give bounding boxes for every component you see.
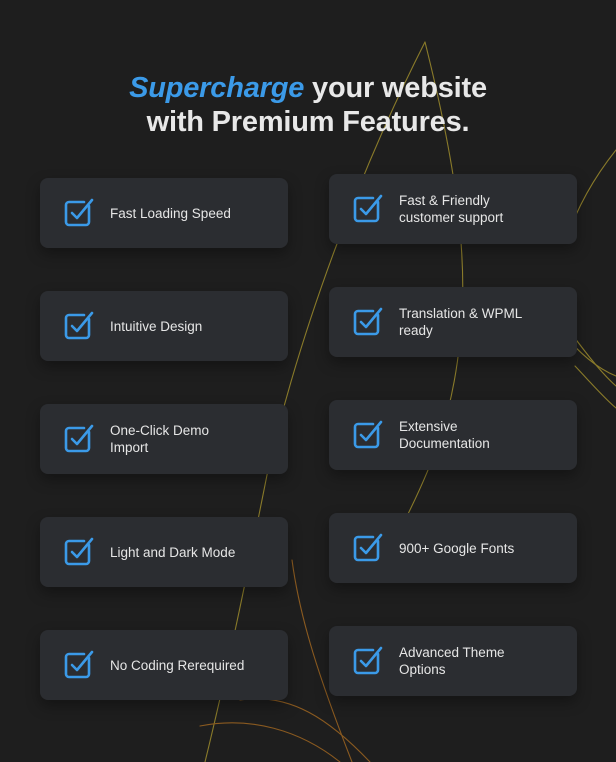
features-column-right: Fast & Friendly customer support Transla… [329, 174, 577, 696]
feature-card[interactable]: Fast Loading Speed [40, 178, 288, 248]
feature-label: Light and Dark Mode [110, 544, 236, 560]
feature-card[interactable]: 900+ Google Fonts [329, 513, 577, 583]
feature-card[interactable]: Translation & WPML ready [329, 287, 577, 357]
check-square-icon [353, 307, 383, 336]
feature-label: 900+ Google Fonts [399, 540, 515, 556]
feature-card[interactable]: Fast & Friendly customer support [329, 174, 577, 244]
page-content: Supercharge your website with Premium Fe… [0, 0, 616, 762]
feature-label: Advanced Theme Options [399, 645, 505, 677]
feature-label: Intuitive Design [110, 318, 203, 334]
check-square-icon [64, 650, 94, 679]
check-square-icon [353, 194, 383, 223]
page-title-line-2: with Premium Features. [146, 106, 470, 139]
feature-label: No Coding Rerequired [110, 657, 245, 673]
check-square-icon [64, 424, 94, 453]
check-square-icon [353, 646, 383, 675]
check-square-icon [353, 420, 383, 449]
check-square-icon [353, 533, 383, 562]
feature-label: One-Click Demo Import [110, 423, 210, 455]
check-square-icon [64, 537, 94, 566]
feature-label: Extensive Documentation [399, 419, 490, 451]
page-title-accent: Supercharge [129, 72, 305, 105]
page-title-rest: your website [304, 72, 487, 105]
feature-card[interactable]: Intuitive Design [40, 291, 288, 361]
feature-card[interactable]: Advanced Theme Options [329, 626, 577, 696]
feature-label: Translation & WPML ready [399, 306, 523, 338]
feature-label: Fast Loading Speed [110, 205, 231, 221]
check-square-icon [64, 311, 94, 340]
page-title: Supercharge your website with Premium Fe… [0, 71, 616, 139]
feature-label: Fast & Friendly customer support [399, 193, 504, 225]
feature-card[interactable]: Light and Dark Mode [40, 517, 288, 587]
check-square-icon [64, 198, 94, 227]
features-column-left: Fast Loading Speed Intuitive Design One-… [40, 178, 288, 700]
feature-card[interactable]: One-Click Demo Import [40, 404, 288, 474]
feature-card[interactable]: No Coding Rerequired [40, 630, 288, 700]
feature-card[interactable]: Extensive Documentation [329, 400, 577, 470]
